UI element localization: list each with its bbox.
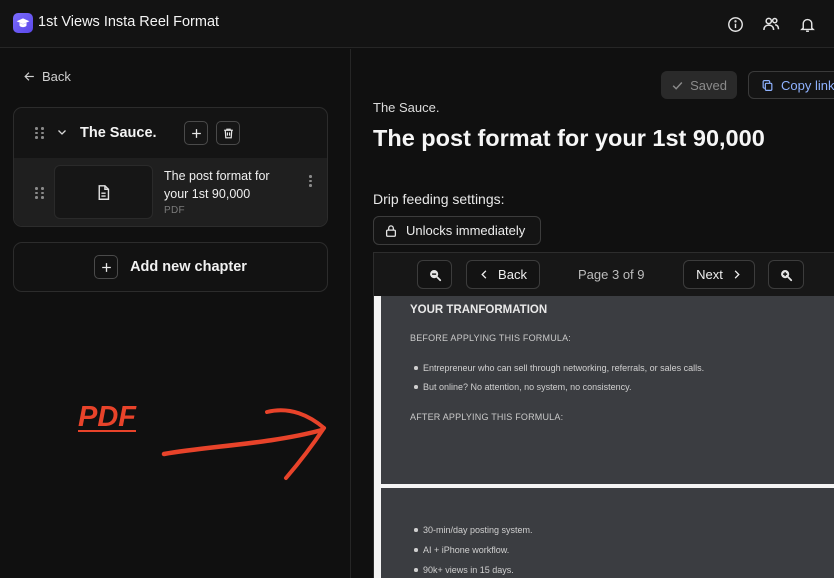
next-page-button[interactable]: Next xyxy=(683,260,755,289)
pdf-list-item: Entrepreneur who can sell through networ… xyxy=(413,363,705,373)
pdf-list-item: 90k+ views in 15 days. xyxy=(414,565,514,575)
copy-link-label: Copy link xyxy=(781,77,834,93)
users-icon[interactable] xyxy=(760,13,782,35)
lesson-editor: Saved Copy link The Sauce. The post form… xyxy=(351,49,834,578)
pdf-page: YOUR TRANFORMATION BEFORE APPLYING THIS … xyxy=(381,296,834,484)
bell-icon[interactable] xyxy=(796,13,818,35)
saved-button[interactable]: Saved xyxy=(661,71,737,99)
pdf-page-area[interactable]: YOUR TRANFORMATION BEFORE APPLYING THIS … xyxy=(374,296,834,578)
lesson-title: The post format for your 1st 90,000 xyxy=(164,169,270,201)
prev-page-button[interactable]: Back xyxy=(466,260,540,289)
pdf-subheading: AFTER APPLYING THIS FORMULA: xyxy=(410,412,564,422)
plus-icon xyxy=(94,255,119,279)
delete-chapter-button[interactable] xyxy=(216,121,240,145)
chevron-down-icon[interactable] xyxy=(56,126,68,138)
pdf-list-item: AI + iPhone workflow. xyxy=(413,545,510,555)
pdf-viewer: Back Page 3 of 9 Next YOUR TRANFORMATION… xyxy=(373,252,834,578)
zoom-out-button[interactable] xyxy=(417,260,452,289)
top-bar: 1st Views Insta Reel Format xyxy=(0,0,834,48)
pdf-list-item: But online? No attention, no system, no … xyxy=(413,382,632,392)
zoom-out-icon xyxy=(429,269,441,281)
chapter-title: The Sauce. xyxy=(80,125,157,141)
lesson-type: PDF xyxy=(164,205,185,216)
plus-icon xyxy=(191,128,201,138)
zoom-in-icon xyxy=(781,269,793,281)
more-options-icon[interactable] xyxy=(309,175,312,187)
annotation-arrow-icon xyxy=(161,408,326,480)
pdf-page: 30-min/day posting system. AI + iPhone w… xyxy=(381,488,834,578)
pdf-subheading: BEFORE APPLYING THIS FORMULA: xyxy=(410,333,572,343)
chevron-right-icon xyxy=(734,270,740,279)
breadcrumb[interactable]: The Sauce. xyxy=(373,100,440,115)
chapter-card: The Sauce. The post format for your 1st … xyxy=(13,107,328,227)
lock-icon xyxy=(385,224,397,237)
pdf-list-item: 30-min/day posting system. xyxy=(414,525,533,535)
graduation-cap-icon xyxy=(13,13,33,33)
arrow-left-icon xyxy=(24,72,34,81)
add-lesson-button[interactable] xyxy=(184,121,208,145)
page-title: The post format for your 1st 90,000 xyxy=(373,125,765,151)
sidebar: Back The Sauce. The post format for your… xyxy=(0,49,350,578)
back-label: Back xyxy=(42,69,71,84)
pdf-viewer-toolbar: Back Page 3 of 9 Next xyxy=(374,253,834,296)
next-page-label: Next xyxy=(696,267,723,282)
drag-handle-icon[interactable] xyxy=(35,187,44,199)
add-chapter-label: Add new chapter xyxy=(130,259,247,275)
app-title: 1st Views Insta Reel Format xyxy=(38,14,220,30)
unlock-setting-button[interactable]: Unlocks immediately xyxy=(373,216,541,245)
check-icon xyxy=(672,81,683,90)
drip-feeding-label: Drip feeding settings: xyxy=(373,191,505,207)
trash-icon xyxy=(223,128,233,138)
chevron-left-icon xyxy=(481,270,487,279)
page-indicator: Page 3 of 9 xyxy=(578,267,645,282)
lesson-thumbnail xyxy=(54,165,153,219)
add-chapter-button[interactable]: Add new chapter xyxy=(13,242,328,292)
copy-link-button[interactable]: Copy link xyxy=(748,71,834,99)
pdf-annotation-label: PDF xyxy=(78,401,136,433)
saved-label: Saved xyxy=(690,77,727,93)
chapter-header[interactable]: The Sauce. xyxy=(14,108,327,158)
unlock-label: Unlocks immediately xyxy=(406,223,526,238)
zoom-in-button[interactable] xyxy=(768,260,804,289)
pdf-heading: YOUR TRANFORMATION xyxy=(410,304,548,316)
info-icon[interactable] xyxy=(724,13,746,35)
prev-page-label: Back xyxy=(498,267,527,282)
file-icon xyxy=(98,184,110,200)
copy-icon xyxy=(762,79,773,91)
lesson-item[interactable]: The post format for your 1st 90,000 PDF xyxy=(14,158,327,226)
back-link[interactable]: Back xyxy=(23,69,71,84)
drag-handle-icon[interactable] xyxy=(35,127,44,139)
